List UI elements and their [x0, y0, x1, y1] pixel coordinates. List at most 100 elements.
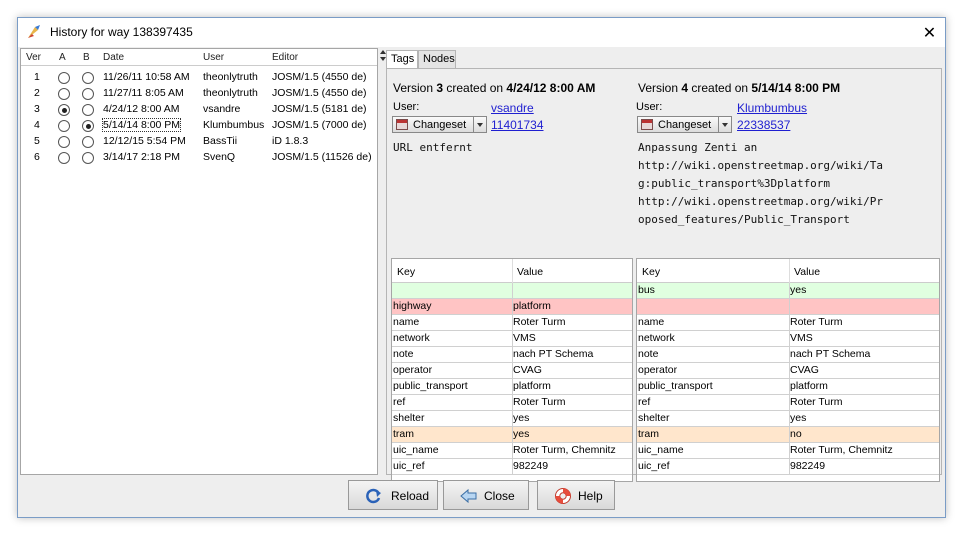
- history-row[interactable]: 3 4/24/12 8:00 AM vsandre JOSM/1.5 (5181 de…: [21, 102, 377, 118]
- version-b-tag-table: Key Value bus yes name Roter Turm network VMS…: [636, 258, 940, 482]
- tag-value: Roter Turm: [790, 316, 843, 328]
- version-b-user-label: User:: [636, 101, 663, 113]
- radio-a[interactable]: [58, 152, 70, 164]
- version-b-changeset-dropdown[interactable]: [718, 116, 732, 133]
- tag-key: uic_ref: [638, 460, 670, 472]
- tags-panel: Version 3 created on 4/24/12 8:00 AM Use…: [386, 68, 942, 482]
- tag-value: CVAG: [790, 364, 819, 376]
- tag-row[interactable]: public_transport platform: [637, 379, 939, 395]
- tag-row[interactable]: uic_name Roter Turm, Chemnitz: [637, 443, 939, 459]
- editor-cell: JOSM/1.5 (5181 de): [272, 103, 367, 115]
- tag-row[interactable]: network VMS: [637, 331, 939, 347]
- version-a-changeset-link[interactable]: 11401734: [491, 118, 544, 132]
- radio-b[interactable]: [82, 136, 94, 148]
- tag-key: name: [638, 316, 665, 328]
- tag-key: note: [638, 348, 659, 360]
- tag-value: platform: [513, 300, 551, 312]
- history-row[interactable]: 2 11/27/11 8:05 AM theonlytruth JOSM/1.5 (4…: [21, 86, 377, 102]
- tag-row[interactable]: highway platform: [392, 299, 632, 315]
- close-icon[interactable]: ✕: [914, 18, 945, 47]
- help-button[interactable]: Help: [537, 480, 615, 510]
- tag-row[interactable]: network VMS: [392, 331, 632, 347]
- tag-row[interactable]: ref Roter Turm: [392, 395, 632, 411]
- history-row[interactable]: 5 12/12/15 5:54 PM BassTii iD 1.8.3: [21, 134, 377, 150]
- tag-row[interactable]: [392, 283, 632, 299]
- history-row[interactable]: 1 11/26/11 10:58 AM theonlytruth JOSM/1.5 (…: [21, 70, 377, 86]
- tag-row[interactable]: public_transport platform: [392, 379, 632, 395]
- version-a-title: Version 3 created on 4/24/12 8:00 AM: [393, 81, 596, 95]
- user-cell: theonlytruth: [203, 87, 258, 99]
- tag-key: ref: [393, 396, 406, 408]
- tag-row[interactable]: shelter yes: [392, 411, 632, 427]
- user-cell: Klumbumbus: [203, 119, 265, 131]
- window-title: History for way 138397435: [50, 25, 193, 39]
- version-number: 5: [34, 135, 40, 147]
- user-cell: BassTii: [203, 135, 238, 147]
- tab-nodes[interactable]: Nodes: [418, 50, 456, 68]
- value-header[interactable]: Value: [517, 266, 543, 278]
- version-a-changeset-button[interactable]: Changeset: [392, 116, 474, 133]
- tag-row[interactable]: name Roter Turm: [637, 315, 939, 331]
- tag-row[interactable]: operator CVAG: [637, 363, 939, 379]
- tag-row[interactable]: note nach PT Schema: [637, 347, 939, 363]
- tag-row[interactable]: ref Roter Turm: [637, 395, 939, 411]
- col-a[interactable]: A: [59, 52, 66, 63]
- radio-b[interactable]: [82, 88, 94, 100]
- tag-value: nach PT Schema: [790, 348, 871, 360]
- reload-button[interactable]: Reload: [348, 480, 438, 510]
- history-table-header: Ver A B Date User Editor: [21, 49, 377, 66]
- tag-value: nach PT Schema: [513, 348, 594, 360]
- col-date[interactable]: Date: [103, 52, 124, 63]
- radio-b[interactable]: [82, 120, 94, 132]
- radio-a[interactable]: [58, 104, 70, 116]
- key-header[interactable]: Key: [397, 266, 415, 278]
- radio-a[interactable]: [58, 88, 70, 100]
- date-cell: 4/24/12 8:00 AM: [103, 103, 180, 115]
- version-b-user-link[interactable]: Klumbumbus: [737, 101, 807, 115]
- key-header[interactable]: Key: [642, 266, 660, 278]
- tag-row[interactable]: uic_name Roter Turm, Chemnitz: [392, 443, 632, 459]
- tag-value: platform: [513, 380, 551, 392]
- version-b-changeset-button[interactable]: Changeset: [637, 116, 719, 133]
- radio-b[interactable]: [82, 72, 94, 84]
- version-a-user-link[interactable]: vsandre: [491, 101, 534, 115]
- value-header[interactable]: Value: [794, 266, 820, 278]
- version-b-changeset-link[interactable]: 22338537: [737, 118, 790, 132]
- radio-a[interactable]: [58, 120, 70, 132]
- version-b-title: Version 4 created on 5/14/14 8:00 PM: [638, 81, 841, 95]
- tag-key: network: [393, 332, 430, 344]
- tag-row[interactable]: tram no: [637, 427, 939, 443]
- version-a-changeset-dropdown[interactable]: [473, 116, 487, 133]
- tag-row[interactable]: uic_ref 982249: [637, 459, 939, 475]
- version-a-comment: URL entfernt: [393, 141, 473, 154]
- history-table: Ver A B Date User Editor 1 11/26/11 10:58…: [20, 48, 378, 475]
- history-row[interactable]: 4 5/14/14 8:00 PM Klumbumbus JOSM/1.5 (7000…: [21, 118, 377, 134]
- tag-row[interactable]: operator CVAG: [392, 363, 632, 379]
- tab-tags[interactable]: Tags: [386, 50, 418, 69]
- tag-row[interactable]: shelter yes: [637, 411, 939, 427]
- col-editor[interactable]: Editor: [272, 52, 298, 63]
- tag-row[interactable]: tram yes: [392, 427, 632, 443]
- tag-table-header: Key Value: [392, 259, 632, 283]
- josm-history-icon: [28, 25, 40, 38]
- radio-a[interactable]: [58, 136, 70, 148]
- tag-row[interactable]: uic_ref 982249: [392, 459, 632, 475]
- col-user[interactable]: User: [203, 52, 224, 63]
- lifebuoy-icon: [555, 488, 571, 504]
- col-ver[interactable]: Ver: [26, 52, 41, 63]
- tag-row[interactable]: [637, 299, 939, 315]
- tag-row[interactable]: note nach PT Schema: [392, 347, 632, 363]
- tag-table-header: Key Value: [637, 259, 939, 283]
- tag-row[interactable]: name Roter Turm: [392, 315, 632, 331]
- close-button[interactable]: Close: [443, 480, 529, 510]
- radio-b[interactable]: [82, 152, 94, 164]
- history-row[interactable]: 6 3/14/17 2:18 PM SvenQ JOSM/1.5 (11526 de): [21, 150, 377, 166]
- radio-a[interactable]: [58, 72, 70, 84]
- title-bar: History for way 138397435 ✕: [18, 18, 945, 47]
- tag-row[interactable]: bus yes: [637, 283, 939, 299]
- col-b[interactable]: B: [83, 52, 90, 63]
- radio-b[interactable]: [82, 104, 94, 116]
- editor-cell: JOSM/1.5 (7000 de): [272, 119, 367, 131]
- tag-value: Roter Turm: [790, 396, 843, 408]
- tag-value: yes: [513, 428, 530, 440]
